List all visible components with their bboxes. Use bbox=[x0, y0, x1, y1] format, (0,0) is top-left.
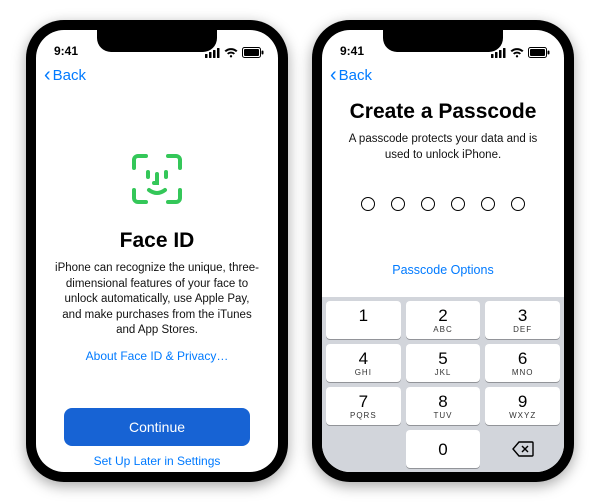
key-letters: MNO bbox=[512, 368, 534, 377]
key-4[interactable]: 4GHI bbox=[326, 344, 401, 382]
key-letters: TUV bbox=[433, 411, 452, 420]
faceid-title: Face ID bbox=[120, 229, 195, 253]
passcode-content: Create a Passcode A passcode protects yo… bbox=[322, 90, 564, 297]
key-6[interactable]: 6MNO bbox=[485, 344, 560, 382]
key-num: 8 bbox=[438, 393, 447, 410]
back-label: Back bbox=[53, 67, 86, 84]
key-3[interactable]: 3DEF bbox=[485, 301, 560, 339]
status-icons bbox=[205, 47, 264, 58]
status-icons bbox=[491, 47, 550, 58]
notch bbox=[97, 30, 217, 52]
key-blank bbox=[326, 430, 401, 468]
key-letters: JKL bbox=[435, 368, 452, 377]
key-2[interactable]: 2ABC bbox=[406, 301, 481, 339]
chevron-left-icon: ‹ bbox=[330, 65, 337, 85]
notch bbox=[383, 30, 503, 52]
passcode-dot bbox=[511, 197, 525, 211]
status-time: 9:41 bbox=[340, 44, 364, 58]
delete-icon bbox=[512, 441, 534, 457]
back-button[interactable]: ‹ Back bbox=[330, 65, 372, 85]
key-letters: WXYZ bbox=[509, 411, 536, 420]
battery-icon bbox=[242, 47, 264, 58]
key-letters: ABC bbox=[433, 325, 452, 334]
faceid-icon bbox=[130, 152, 184, 211]
passcode-dots bbox=[361, 197, 525, 211]
key-8[interactable]: 8TUV bbox=[406, 387, 481, 425]
key-num: 7 bbox=[359, 393, 368, 410]
key-letters bbox=[362, 325, 365, 334]
passcode-dot bbox=[391, 197, 405, 211]
faceid-privacy-link[interactable]: About Face ID & Privacy… bbox=[86, 349, 229, 363]
nav-bar: ‹ Back bbox=[36, 60, 278, 90]
passcode-dot bbox=[451, 197, 465, 211]
key-0[interactable]: 0 bbox=[406, 430, 481, 468]
key-1[interactable]: 1 bbox=[326, 301, 401, 339]
nav-bar: ‹ Back bbox=[322, 60, 564, 90]
back-button[interactable]: ‹ Back bbox=[44, 65, 86, 85]
continue-label: Continue bbox=[129, 419, 185, 435]
key-num: 6 bbox=[518, 350, 527, 367]
key-7[interactable]: 7PQRS bbox=[326, 387, 401, 425]
wifi-icon bbox=[510, 48, 524, 58]
screen-faceid: 9:41 ‹ Back bbox=[36, 30, 278, 472]
key-delete[interactable] bbox=[485, 430, 560, 468]
battery-icon bbox=[528, 47, 550, 58]
key-num: 2 bbox=[438, 307, 447, 324]
faceid-content: Face ID iPhone can recognize the unique,… bbox=[36, 90, 278, 472]
key-num: 4 bbox=[359, 350, 368, 367]
key-num: 0 bbox=[438, 441, 447, 458]
phone-faceid: 9:41 ‹ Back bbox=[26, 20, 288, 482]
back-label: Back bbox=[339, 67, 372, 84]
continue-button[interactable]: Continue bbox=[64, 408, 250, 446]
key-letters: GHI bbox=[355, 368, 372, 377]
key-5[interactable]: 5JKL bbox=[406, 344, 481, 382]
key-num: 3 bbox=[518, 307, 527, 324]
passcode-title: Create a Passcode bbox=[350, 100, 537, 124]
phone-passcode: 9:41 ‹ Back Create a Passcode A passcode… bbox=[312, 20, 574, 482]
wifi-icon bbox=[224, 48, 238, 58]
key-num: 9 bbox=[518, 393, 527, 410]
key-letters: PQRS bbox=[350, 411, 377, 420]
setup-later-link[interactable]: Set Up Later in Settings bbox=[54, 454, 260, 472]
passcode-desc: A passcode protects your data and is use… bbox=[340, 132, 546, 163]
passcode-dot bbox=[361, 197, 375, 211]
status-time: 9:41 bbox=[54, 44, 78, 58]
key-num: 5 bbox=[438, 350, 447, 367]
chevron-left-icon: ‹ bbox=[44, 65, 51, 85]
key-9[interactable]: 9WXYZ bbox=[485, 387, 560, 425]
passcode-dot bbox=[421, 197, 435, 211]
passcode-dot bbox=[481, 197, 495, 211]
screen-passcode: 9:41 ‹ Back Create a Passcode A passcode… bbox=[322, 30, 564, 472]
key-num: 1 bbox=[359, 307, 368, 324]
passcode-options-link[interactable]: Passcode Options bbox=[392, 263, 493, 277]
numeric-keypad: 1 2ABC3DEF4GHI5JKL6MNO7PQRS8TUV9WXYZ0 bbox=[322, 297, 564, 472]
faceid-desc: iPhone can recognize the unique, three-d… bbox=[54, 261, 260, 339]
key-letters: DEF bbox=[513, 325, 532, 334]
